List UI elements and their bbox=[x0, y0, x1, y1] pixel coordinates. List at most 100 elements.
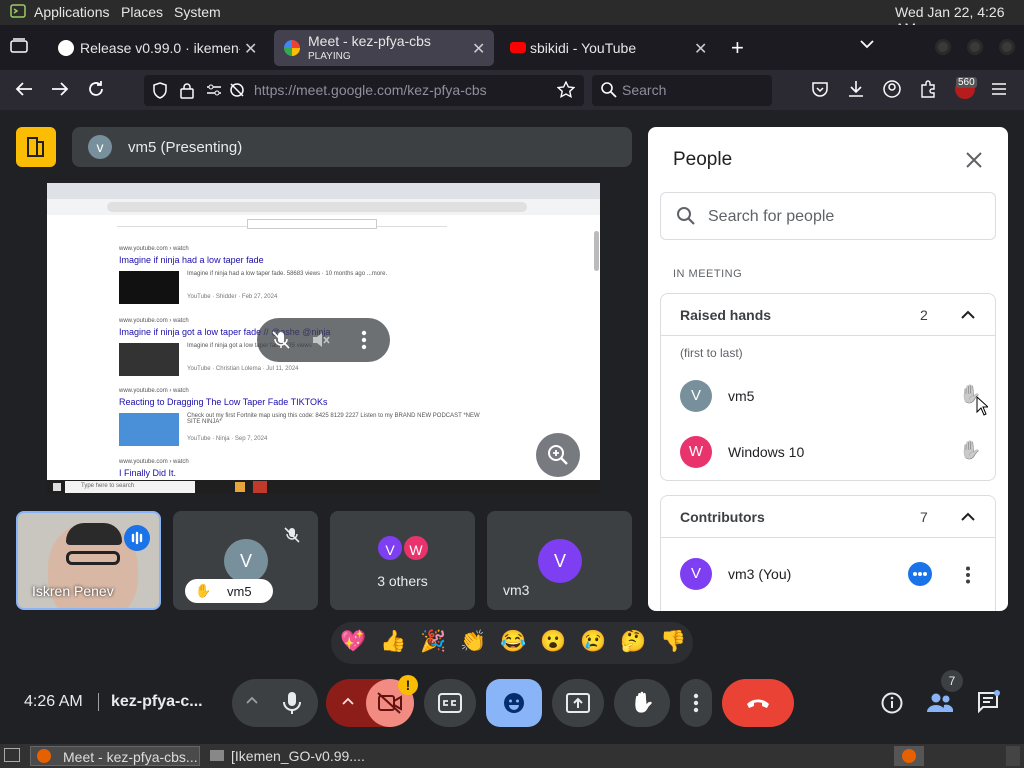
extensions-icon[interactable] bbox=[919, 80, 937, 98]
terminal-icon[interactable] bbox=[10, 3, 26, 19]
video-feed-hair bbox=[66, 523, 122, 545]
presenter-bar[interactable]: v vm5 (Presenting) bbox=[72, 127, 632, 167]
meeting-info-icon[interactable] bbox=[16, 127, 56, 167]
reaction-laugh[interactable]: 😂 bbox=[500, 630, 526, 654]
people-panel: People Search for people IN MEETING Rais… bbox=[648, 127, 1008, 611]
reaction-thinking[interactable]: 🤔 bbox=[620, 630, 646, 654]
chevron-up-icon[interactable] bbox=[342, 697, 354, 705]
close-icon[interactable]: ✕ bbox=[694, 39, 707, 59]
tab-overview-icon[interactable] bbox=[10, 38, 28, 54]
reaction-party[interactable]: 🎉 bbox=[420, 630, 446, 654]
close-icon[interactable]: ✕ bbox=[472, 39, 485, 59]
search-result[interactable]: www.youtube.com › watch I Finally Did It… bbox=[119, 459, 539, 478]
chevron-up-icon[interactable] bbox=[961, 512, 975, 522]
chevron-up-icon[interactable] bbox=[961, 310, 975, 320]
taskbar-item-meet[interactable]: Meet - kez-pfya-cbs... bbox=[30, 746, 200, 766]
tab-youtube[interactable]: sbikidi - YouTube ✕ bbox=[500, 30, 720, 66]
camera-blocked-icon[interactable] bbox=[228, 82, 246, 99]
participant-row[interactable]: V vm3 (You) bbox=[661, 550, 995, 598]
search-result[interactable]: www.youtube.com › watch Imagine if ninja… bbox=[119, 246, 539, 304]
participant-tile-self[interactable]: Iskren Penev bbox=[16, 511, 161, 610]
video-thumbnail[interactable] bbox=[119, 271, 179, 304]
applications-menu[interactable]: Applications bbox=[34, 4, 110, 20]
reaction-clap[interactable]: 👏 bbox=[460, 630, 486, 654]
raised-hands-header[interactable]: Raised hands 2 bbox=[661, 294, 995, 336]
end-call-icon bbox=[746, 697, 770, 709]
order-note: (first to last) bbox=[680, 346, 743, 360]
contributors-header[interactable]: Contributors 7 bbox=[661, 496, 995, 538]
reaction-thumbs-down[interactable]: 👎 bbox=[660, 630, 686, 654]
tab-meet[interactable]: Meet - kez-pfya-cbs PLAYING ✕ bbox=[274, 30, 494, 66]
reaction-surprised[interactable]: 😮 bbox=[540, 630, 566, 654]
workspace-switcher[interactable] bbox=[1006, 746, 1020, 766]
info-icon[interactable] bbox=[881, 692, 903, 714]
reaction-sad[interactable]: 😢 bbox=[580, 630, 606, 654]
reaction-heart[interactable]: 💖 bbox=[340, 630, 366, 654]
participant-tile[interactable]: V ✋ vm5 bbox=[173, 511, 318, 610]
places-menu[interactable]: Places bbox=[121, 4, 163, 20]
present-button[interactable] bbox=[552, 679, 604, 727]
warning-badge-icon: ! bbox=[398, 675, 418, 695]
more-options-button[interactable] bbox=[680, 679, 712, 727]
raise-hand-button[interactable]: ✋ bbox=[614, 679, 670, 727]
participant-tile[interactable]: V vm3 bbox=[487, 511, 632, 610]
account-icon[interactable] bbox=[883, 80, 901, 98]
chat-icon[interactable] bbox=[977, 690, 1001, 714]
new-tab-icon[interactable]: + bbox=[731, 35, 744, 61]
video-thumbnail[interactable] bbox=[119, 413, 179, 446]
minimize-icon[interactable] bbox=[935, 39, 951, 55]
leave-call-button[interactable] bbox=[722, 679, 794, 727]
github-icon bbox=[58, 40, 74, 56]
reaction-thumbs-up[interactable]: 👍 bbox=[380, 630, 406, 654]
forward-icon[interactable] bbox=[51, 81, 69, 97]
captions-button[interactable] bbox=[424, 679, 476, 727]
video-thumbnail[interactable] bbox=[119, 343, 179, 376]
result-meta: YouTube · Ninja · Sep 7, 2024 bbox=[187, 436, 268, 442]
permissions-icon[interactable] bbox=[206, 83, 222, 97]
search-placeholder: Search bbox=[622, 82, 667, 98]
back-icon[interactable] bbox=[15, 81, 33, 97]
tray-firefox-icon[interactable] bbox=[894, 746, 924, 766]
reactions-button[interactable] bbox=[486, 679, 542, 727]
reload-icon[interactable] bbox=[87, 80, 105, 98]
result-title[interactable]: Reacting to Dragging The Low Taper Fade … bbox=[119, 397, 539, 407]
search-result[interactable]: www.youtube.com › watch Reacting to Drag… bbox=[119, 388, 539, 446]
mic-off-icon bbox=[284, 527, 300, 543]
shield-icon[interactable] bbox=[152, 82, 168, 99]
participant-row[interactable]: W Windows 10 ✋ bbox=[661, 428, 995, 476]
participant-row[interactable]: V vm5 ✋ bbox=[661, 372, 995, 420]
mic-icon[interactable] bbox=[282, 691, 302, 715]
menu-icon[interactable] bbox=[991, 82, 1007, 96]
mic-off-icon[interactable] bbox=[271, 330, 291, 350]
bookmark-star-icon[interactable] bbox=[557, 81, 575, 99]
taskbar-item-ikemen[interactable]: [Ikemen_GO-v0.99.... bbox=[204, 746, 374, 766]
more-options-icon[interactable] bbox=[361, 330, 367, 350]
chevron-down-icon[interactable] bbox=[860, 39, 874, 49]
more-options-icon[interactable] bbox=[965, 566, 971, 584]
result-title[interactable]: Imagine if ninja had a low taper fade bbox=[119, 255, 539, 265]
volume-off-icon[interactable] bbox=[311, 330, 331, 350]
url-text[interactable]: https://meet.google.com/kez-pfya-cbs bbox=[254, 82, 487, 98]
people-search-input[interactable]: Search for people bbox=[660, 192, 996, 240]
zoom-in-icon[interactable] bbox=[536, 433, 580, 477]
people-icon[interactable] bbox=[927, 692, 953, 714]
close-icon[interactable]: ✕ bbox=[244, 39, 257, 59]
tab-release[interactable]: Release v0.99.0 · ikemen-en ✕ bbox=[46, 30, 266, 66]
pocket-icon[interactable] bbox=[811, 81, 829, 98]
close-window-icon[interactable] bbox=[999, 39, 1015, 55]
system-menu[interactable]: System bbox=[174, 4, 221, 20]
chevron-up-icon[interactable] bbox=[246, 696, 258, 704]
result-title[interactable]: I Finally Did It. bbox=[119, 468, 539, 478]
meeting-time: 4:26 AM bbox=[24, 693, 83, 710]
maximize-icon[interactable] bbox=[967, 39, 983, 55]
raised-hand-icon[interactable]: ✋ bbox=[959, 440, 981, 461]
show-desktop-icon[interactable] bbox=[4, 748, 20, 762]
shared-screen[interactable]: www.youtube.com › watch Imagine if ninja… bbox=[47, 183, 600, 494]
participant-tile-others[interactable]: V W 3 others bbox=[330, 511, 475, 610]
scrollbar[interactable] bbox=[594, 231, 599, 271]
search-bar[interactable]: Search bbox=[592, 75, 772, 106]
close-icon[interactable] bbox=[966, 152, 982, 168]
lock-icon[interactable] bbox=[180, 82, 194, 99]
url-bar[interactable]: https://meet.google.com/kez-pfya-cbs bbox=[144, 75, 584, 106]
download-icon[interactable] bbox=[847, 80, 865, 98]
